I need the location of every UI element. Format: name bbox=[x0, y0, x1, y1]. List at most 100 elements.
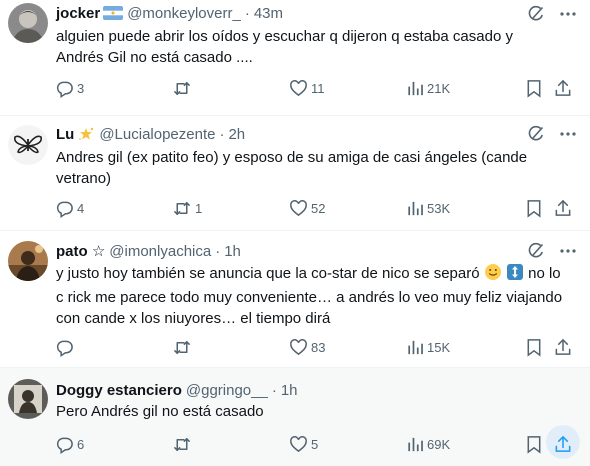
argentina-flag-icon bbox=[103, 6, 124, 20]
tweet-text: Pero Andrés gil no está casado bbox=[56, 401, 556, 422]
reply-button[interactable]: 3 bbox=[55, 76, 84, 100]
tweet-actions: 6 5 69K bbox=[0, 425, 590, 459]
views-button[interactable]: 21K bbox=[406, 76, 450, 100]
grok-icon[interactable] bbox=[526, 4, 546, 24]
more-options-icon[interactable] bbox=[558, 124, 578, 144]
tweet-text-line: Andres gil (ex patito feo) y esposo de s… bbox=[56, 149, 528, 166]
tweet-header: pato ☆ @imonlyachica · 1h bbox=[56, 241, 241, 261]
like-button[interactable]: 5 bbox=[289, 432, 318, 456]
repost-icon bbox=[174, 340, 190, 354]
tweet-header: Lu @Lucialopezente · 2h bbox=[56, 124, 245, 144]
views-chart-icon bbox=[408, 340, 423, 354]
tweet-text-line: vetrano) bbox=[56, 170, 112, 187]
like-button[interactable]: 83 bbox=[289, 335, 325, 359]
bookmark-button[interactable] bbox=[525, 432, 543, 456]
bookmark-button[interactable] bbox=[525, 335, 543, 359]
display-name[interactable]: Lu bbox=[56, 126, 74, 143]
share-button[interactable] bbox=[546, 425, 580, 459]
heart-icon bbox=[290, 79, 307, 96]
like-count: 5 bbox=[311, 436, 319, 452]
share-icon bbox=[555, 338, 571, 355]
like-count: 11 bbox=[311, 80, 325, 96]
avatar[interactable] bbox=[8, 379, 48, 419]
views-count: 69K bbox=[427, 436, 451, 452]
heart-icon bbox=[290, 338, 307, 355]
share-button[interactable] bbox=[554, 196, 572, 220]
user-handle[interactable]: @imonlyachica bbox=[109, 243, 211, 260]
repost-button[interactable] bbox=[172, 432, 195, 456]
timestamp[interactable]: 2h bbox=[228, 126, 245, 143]
like-count: 52 bbox=[311, 200, 326, 216]
tweet[interactable]: pato ☆ @imonlyachica · 1h y justo hoy ta… bbox=[0, 231, 590, 368]
display-name[interactable]: jocker bbox=[56, 5, 100, 22]
repost-button[interactable] bbox=[172, 335, 195, 359]
tweet-text: alguien puede abrir los oídos y escuchar… bbox=[56, 26, 556, 68]
user-handle[interactable]: @monkeyloverr_ bbox=[127, 5, 241, 22]
avatar[interactable] bbox=[8, 241, 48, 281]
user-handle[interactable]: @ggringo__ bbox=[186, 382, 268, 399]
avatar[interactable] bbox=[8, 125, 48, 165]
repost-count: 1 bbox=[195, 200, 203, 216]
tweet-text-segment: y justo hoy también se anuncia que la co… bbox=[56, 265, 480, 282]
repost-button[interactable] bbox=[172, 76, 195, 100]
reply-button[interactable]: 6 bbox=[55, 432, 84, 456]
more-options-icon[interactable] bbox=[558, 241, 578, 261]
heart-icon bbox=[290, 435, 307, 452]
tweet-text-line: con cande x los niuyores… el tiempo dirá bbox=[56, 310, 331, 327]
timestamp[interactable]: 1h bbox=[224, 243, 241, 260]
reply-count: 6 bbox=[77, 436, 85, 452]
reply-count: 3 bbox=[77, 80, 85, 96]
tweet-text-line: Pero Andrés gil no está casado bbox=[56, 403, 264, 420]
bookmark-button[interactable] bbox=[525, 196, 543, 220]
share-button[interactable] bbox=[554, 76, 572, 100]
tweet[interactable]: Doggy estanciero @ggringo__ · 1h Pero An… bbox=[0, 368, 590, 466]
views-count: 15K bbox=[427, 339, 451, 355]
tweet[interactable]: jocker @monkeyloverr_ · 43m alguien pued… bbox=[0, 0, 590, 116]
like-button[interactable]: 52 bbox=[289, 196, 325, 220]
avatar[interactable] bbox=[8, 3, 48, 43]
reply-icon bbox=[56, 340, 73, 357]
tweet[interactable]: Lu @Lucialopezente · 2h Andres gil (ex p… bbox=[0, 116, 590, 231]
views-button[interactable]: 69K bbox=[406, 432, 450, 456]
bookmark-icon bbox=[527, 199, 541, 218]
separator: · bbox=[244, 4, 250, 22]
up-down-arrow-icon bbox=[506, 263, 524, 287]
share-icon bbox=[555, 435, 571, 452]
tweet-text-line: y justo hoy también se anuncia que la co… bbox=[56, 263, 561, 287]
bookmark-button[interactable] bbox=[525, 76, 543, 100]
repost-icon bbox=[174, 201, 190, 215]
views-chart-icon bbox=[408, 437, 423, 451]
like-button[interactable]: 11 bbox=[289, 76, 325, 100]
reply-count: 4 bbox=[77, 200, 85, 216]
display-name[interactable]: Doggy estanciero bbox=[56, 382, 182, 399]
tweet-actions: 4 1 52 53K bbox=[0, 196, 590, 220]
separator: · bbox=[215, 242, 221, 260]
share-button[interactable] bbox=[554, 335, 572, 359]
timestamp[interactable]: 43m bbox=[254, 5, 283, 22]
tweet-text-segment: no lo bbox=[528, 265, 561, 282]
separator: · bbox=[219, 125, 225, 143]
views-count: 21K bbox=[427, 80, 451, 96]
reply-button[interactable]: 4 bbox=[55, 196, 84, 220]
views-button[interactable]: 53K bbox=[406, 196, 450, 220]
display-name[interactable]: pato ☆ bbox=[56, 242, 105, 260]
repost-icon bbox=[174, 81, 190, 95]
heart-icon bbox=[290, 199, 307, 216]
tweet-text-line: Andrés Gil no está casado .... bbox=[56, 49, 253, 66]
timestamp[interactable]: 1h bbox=[281, 382, 298, 399]
grok-icon[interactable] bbox=[526, 124, 546, 144]
tweet-text: y justo hoy también se anuncia que la co… bbox=[56, 263, 562, 329]
views-count: 53K bbox=[427, 200, 451, 216]
tweet-header: jocker @monkeyloverr_ · 43m bbox=[56, 3, 283, 23]
repost-icon bbox=[174, 437, 190, 451]
grok-icon[interactable] bbox=[526, 241, 546, 261]
tweet-text-line: alguien puede abrir los oídos y escuchar… bbox=[56, 28, 513, 45]
user-handle[interactable]: @Lucialopezente bbox=[99, 126, 215, 143]
repost-button[interactable]: 1 bbox=[172, 196, 202, 220]
views-button[interactable]: 15K bbox=[406, 335, 450, 359]
reply-button[interactable] bbox=[55, 335, 77, 359]
sparkle-star-icon bbox=[77, 126, 95, 142]
more-options-icon[interactable] bbox=[558, 4, 578, 24]
reply-icon bbox=[56, 201, 73, 218]
share-icon bbox=[555, 79, 571, 96]
